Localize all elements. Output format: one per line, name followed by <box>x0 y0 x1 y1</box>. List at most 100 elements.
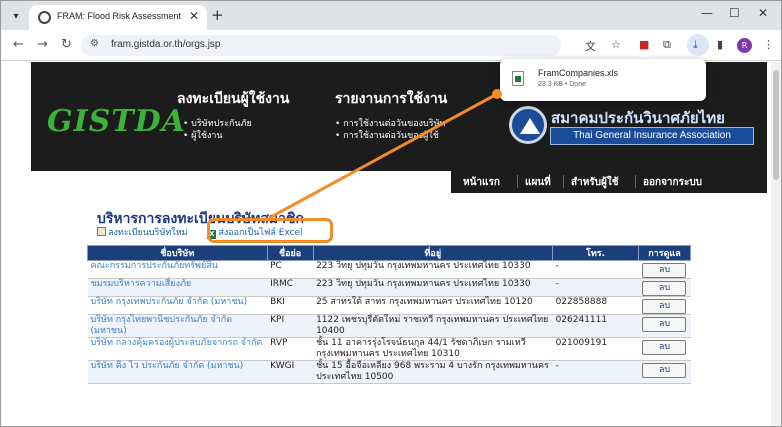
menu-link-user-usage[interactable]: การใช้งานต่อวันของผู้ใช้ <box>335 128 439 142</box>
close-tab-icon[interactable]: ✕ <box>189 9 199 23</box>
company-name-link[interactable]: บริษัท กรุงไทยพานิชประกันภัย จำกัด (มหาช… <box>87 314 268 338</box>
company-code: BKI <box>267 296 314 315</box>
register-company-link[interactable]: ลงทะเบียนบริษัทใหม่ <box>108 228 188 238</box>
manage-cell: ลบ <box>638 260 691 279</box>
tab-search-icon[interactable]: ▾ <box>7 8 25 26</box>
col-header-manage: การดูแล <box>637 245 692 261</box>
globe-icon <box>38 11 51 24</box>
page-scrollbar[interactable] <box>771 62 781 426</box>
back-icon[interactable]: ← <box>13 37 24 52</box>
download-icon: ⤓ <box>693 38 698 51</box>
nav-home[interactable]: หน้าแรก <box>463 175 500 190</box>
delete-button[interactable]: ลบ <box>642 281 687 296</box>
extensions-icon[interactable]: ⧉ <box>663 38 671 52</box>
company-phone: - <box>552 360 639 384</box>
company-code: RVP <box>267 337 314 361</box>
company-phone: - <box>552 278 639 297</box>
download-status: 23.3 KB • Done <box>538 81 586 88</box>
pdf-extension-icon[interactable]: ■ <box>639 38 649 51</box>
company-address: 223 วิทยุ ปทุมวัน กรุงเทพมหานคร ประเทศไท… <box>313 260 553 279</box>
side-panel-icon[interactable]: ▮ <box>717 38 723 51</box>
menu-report-title: รายงานการใช้งาน <box>335 91 448 107</box>
menu-register-title: ลงทะเบียนผู้ใช้งาน <box>177 91 290 107</box>
reload-icon[interactable]: ↻ <box>61 37 72 52</box>
delete-button[interactable]: ลบ <box>642 299 687 314</box>
site-settings-icon[interactable]: ⚙ <box>90 38 99 49</box>
translate-icon[interactable]: 文 <box>585 38 596 54</box>
download-button[interactable] <box>687 34 709 56</box>
company-name-link[interactable]: บริษัท กรุงเทพประกันภัย จำกัด (มหาชน) <box>87 296 268 315</box>
manage-cell: ลบ <box>638 296 691 315</box>
excel-file-icon <box>512 71 524 86</box>
company-phone: 021009191 <box>552 337 639 361</box>
new-tab-icon[interactable]: + <box>211 6 224 24</box>
tab-strip: ▾ FRAM: Flood Risk Assessment ✕ + — ☐ ✕ <box>1 1 781 30</box>
company-phone: - <box>552 260 639 279</box>
tab-title: FRAM: Flood Risk Assessment <box>57 11 182 21</box>
url-text: fram.gistda.or.th/orgs.jsp <box>111 39 221 50</box>
close-window-icon[interactable]: ✕ <box>758 6 768 20</box>
company-address: 223 วิทยุ ปทุมวัน กรุงเทพมหานคร ประเทศไท… <box>313 278 553 297</box>
tgia-emblem-icon <box>509 106 547 144</box>
table-row: บริษัท กรุงเทพประกันภัย จำกัด (มหาชน) BK… <box>87 296 691 315</box>
company-address: ชั้น 15 อื้อจือเหลียง 968 พระราม 4 บางรั… <box>313 360 553 384</box>
delete-button[interactable]: ลบ <box>642 363 687 378</box>
download-popup[interactable]: FramCompanies.xls 23.3 KB • Done <box>500 59 706 101</box>
table-row: บริษัท คิง ไว ประกันภัย จำกัด (มหาชน) KW… <box>87 360 691 384</box>
minimize-icon[interactable]: — <box>701 6 713 20</box>
col-header-address: ที่อยู่ <box>312 245 554 261</box>
maximize-icon[interactable]: ☐ <box>729 6 740 20</box>
delete-button[interactable]: ลบ <box>642 263 687 278</box>
page-viewport: GISTDA ลงทะเบียนผู้ใช้งาน บริษัทประกันภั… <box>1 62 781 426</box>
callout-highlight <box>207 218 333 243</box>
gistda-logo[interactable]: GISTDA <box>47 104 186 139</box>
table-row: ชมรมบริหารความเสี่ยงภัย IRMC 223 วิทยุ ป… <box>87 278 691 297</box>
company-address: 25 สาทรใต้ สาทร กรุงเทพมหานคร ประเทศไทย … <box>313 296 553 315</box>
table-row: คณะกรรมการประกันภัยทรัพย์สิน PC 223 วิทย… <box>87 260 691 279</box>
delete-button[interactable]: ลบ <box>642 317 687 332</box>
company-name-link[interactable]: คณะกรรมการประกันภัยทรัพย์สิน <box>87 260 268 279</box>
house-icon <box>97 227 106 236</box>
company-address: 1122 เพชรบุรีตัดใหม่ ราชเทวี กรุงเทพมหาน… <box>313 314 553 338</box>
company-name-link[interactable]: ชมรมบริหารความเสี่ยงภัย <box>87 278 268 297</box>
scrollbar-thumb[interactable] <box>773 70 779 180</box>
manage-cell: ลบ <box>638 360 691 384</box>
table-row: บริษัท กลางคุ้มครองผู้ประสบภัยจากรถ จำกั… <box>87 337 691 361</box>
company-address: ชั้น 11 อาคารรุ่งโรจน์ธนกุล 44/1 รัชดาภิ… <box>313 337 553 361</box>
col-header-code: ชื่อย่อ <box>266 245 314 261</box>
tgia-english-name: Thai General Insurance Association <box>550 127 754 145</box>
menu-link-users[interactable]: ผู้ใช้งาน <box>183 128 222 142</box>
nav-separator <box>563 175 564 188</box>
col-header-name: ชื่อบริษัท <box>87 245 268 261</box>
companies-table: ชื่อบริษัท ชื่อย่อ ที่อยู่ โทร. การดูแล … <box>87 245 692 384</box>
address-bar[interactable]: ⚙ fram.gistda.or.th/orgs.jsp <box>81 35 561 56</box>
browser-tab[interactable]: FRAM: Flood Risk Assessment ✕ <box>29 5 207 30</box>
profile-avatar[interactable]: R <box>737 38 752 53</box>
col-header-phone: โทร. <box>552 245 639 261</box>
forward-icon[interactable]: → <box>37 37 48 52</box>
nav-map[interactable]: แผนที่ <box>525 175 551 190</box>
company-code: KWGI <box>267 360 314 384</box>
screenshot-frame: ▾ FRAM: Flood Risk Assessment ✕ + — ☐ ✕ … <box>0 0 782 427</box>
bookmark-star-icon[interactable]: ☆ <box>611 38 621 51</box>
main-nav: หน้าแรก แผนที่ สำหรับผู้ใช้ ออกจากระบบ <box>451 171 767 193</box>
browser-toolbar: ← → ↻ ⚙ fram.gistda.or.th/orgs.jsp 文 ☆ ■… <box>1 30 781 61</box>
nav-separator <box>635 175 636 188</box>
company-phone: 026241111 <box>552 314 639 338</box>
table-header-row: ชื่อบริษัท ชื่อย่อ ที่อยู่ โทร. การดูแล <box>87 245 692 261</box>
company-code: PC <box>267 260 314 279</box>
nav-separator <box>517 175 518 188</box>
company-name-link[interactable]: บริษัท กลางคุ้มครองผู้ประสบภัยจากรถ จำกั… <box>87 337 268 361</box>
company-name-link[interactable]: บริษัท คิง ไว ประกันภัย จำกัด (มหาชน) <box>87 360 268 384</box>
company-code: KPI <box>267 314 314 338</box>
company-phone: 022858888 <box>552 296 639 315</box>
table-row: บริษัท กรุงไทยพานิชประกันภัย จำกัด (มหาช… <box>87 314 691 338</box>
nav-logout[interactable]: ออกจากระบบ <box>643 175 702 190</box>
menu-kebab-icon[interactable]: ⋮ <box>763 38 774 51</box>
company-code: IRMC <box>267 278 314 297</box>
delete-button[interactable]: ลบ <box>642 340 687 355</box>
manage-cell: ลบ <box>638 314 691 338</box>
manage-cell: ลบ <box>638 278 691 297</box>
nav-for-users[interactable]: สำหรับผู้ใช้ <box>571 175 619 190</box>
manage-cell: ลบ <box>638 337 691 361</box>
